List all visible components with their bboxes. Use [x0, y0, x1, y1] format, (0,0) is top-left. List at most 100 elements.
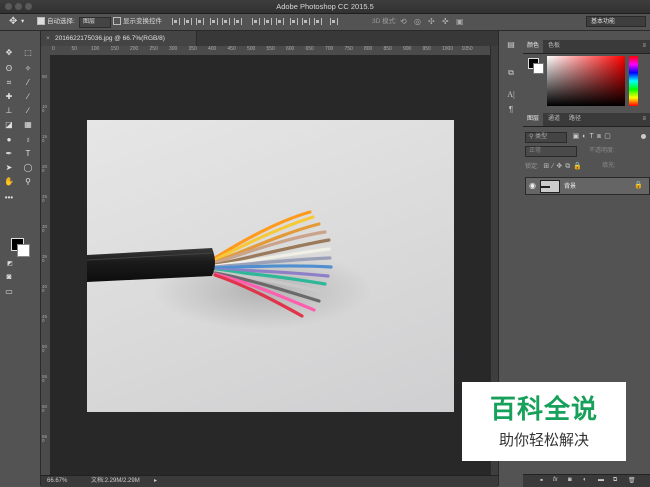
panel-menu-icon[interactable]: ≡	[642, 43, 646, 49]
screen-mode-icon[interactable]: ▭	[3, 287, 15, 297]
workspace-select[interactable]: 基本功能	[586, 16, 646, 27]
3d-orbit-icon[interactable]: ⟲	[400, 16, 407, 27]
color-spectrum-field[interactable]	[547, 56, 625, 106]
history-brush-tool-icon[interactable]: ∕	[22, 106, 34, 116]
document-tab[interactable]: × 20166221750​36.jpg @ 66.7%(RGB/8)	[41, 31, 197, 46]
layer-filter-select[interactable]: ⚲ 类型	[525, 132, 567, 143]
3d-pan-icon[interactable]: ✣	[428, 16, 435, 27]
add-mask-icon[interactable]: ◙	[568, 477, 572, 483]
layer-row[interactable]: ◉ 背景 🔒	[525, 177, 650, 195]
ruler-tick-label: 500	[42, 344, 48, 353]
ruler-tick-label: 800	[364, 46, 373, 52]
layer-filter-icons[interactable]: ▣◐T⧈▢	[573, 133, 614, 140]
tab-swatches[interactable]: 色板	[544, 40, 564, 53]
move-tool-icon[interactable]: ✥	[3, 48, 15, 58]
distribute-vcenter-icon[interactable]	[264, 18, 272, 25]
layers-bottom-bar: ⚭ fx ◙ ◐ ▬ ⧉ 🗑	[523, 474, 650, 487]
auto-select-checkbox[interactable]: 自动选择:	[37, 16, 75, 27]
ruler-tick-label: 450	[227, 46, 236, 52]
paragraph-panel-icon[interactable]: ¶	[506, 105, 516, 115]
brush-tool-icon[interactable]: ∕	[22, 92, 34, 102]
canvas-area[interactable]	[50, 55, 490, 475]
path-selection-tool-icon[interactable]: ➤	[3, 163, 15, 173]
3d-roll-icon[interactable]: ◎	[414, 16, 421, 27]
trash-icon[interactable]: 🗑	[628, 477, 636, 484]
tab-paths[interactable]: 路径	[565, 113, 585, 126]
distribute-bottom-icon[interactable]	[276, 18, 284, 25]
ruler-tick-label: 650	[305, 46, 314, 52]
ruler-tick-label: 700	[325, 46, 334, 52]
blur-tool-icon[interactable]: ●	[3, 135, 15, 145]
move-tool-icon[interactable]: ✥	[9, 16, 17, 27]
ruler-tick-label: 1050	[461, 46, 473, 52]
dodge-tool-icon[interactable]: ♁	[22, 135, 34, 145]
tool-preset-chevron-icon[interactable]: ▾	[21, 16, 24, 27]
marquee-tool-icon[interactable]: ⬚	[22, 48, 34, 58]
auto-select-target-select[interactable]: 图层	[79, 17, 111, 28]
align-top-icon[interactable]	[172, 18, 180, 25]
tab-color[interactable]: 颜色	[523, 40, 544, 53]
hand-tool-icon[interactable]: ✋	[3, 177, 15, 187]
magic-wand-tool-icon[interactable]: ✧	[22, 64, 34, 74]
title-bar: Adobe Photoshop CC 2015.5	[0, 0, 650, 14]
show-transform-checkbox[interactable]: 显示变换控件	[113, 16, 162, 27]
distribute-hcenter-icon[interactable]	[302, 18, 310, 25]
quick-mask-icon[interactable]: ◙	[3, 272, 15, 282]
status-menu-icon[interactable]: ▸	[154, 476, 157, 487]
pen-tool-icon[interactable]: ✒	[3, 149, 15, 159]
distribute-top-icon[interactable]	[252, 18, 260, 25]
ruler-origin[interactable]	[41, 46, 50, 55]
default-colors-icon[interactable]: ◩	[4, 259, 16, 269]
align-left-icon[interactable]	[210, 18, 218, 25]
lasso-tool-icon[interactable]: ʘ	[3, 64, 15, 74]
panel-background-swatch[interactable]	[533, 63, 544, 74]
eye-icon[interactable]: ◉	[529, 181, 536, 190]
align-bottom-icon[interactable]	[196, 18, 204, 25]
gradient-tool-icon[interactable]: ▦	[22, 120, 34, 130]
character-panel-icon[interactable]: A|	[506, 90, 516, 100]
align-vcenter-icon[interactable]	[184, 18, 192, 25]
crop-tool-icon[interactable]: ⌗	[3, 78, 15, 88]
hue-slider[interactable]	[629, 56, 638, 106]
align-right-icon[interactable]	[234, 18, 242, 25]
adjustment-layer-icon[interactable]: ◐	[583, 477, 587, 483]
new-layer-icon[interactable]: ⧉	[613, 477, 617, 484]
ruler-tick-label: 400	[42, 284, 48, 293]
link-layers-icon[interactable]: ⚭	[539, 477, 544, 484]
distribute-right-icon[interactable]	[314, 18, 322, 25]
fx-icon[interactable]: fx	[553, 477, 558, 483]
3d-scale-icon[interactable]: ▣	[456, 16, 464, 27]
tab-layers[interactable]: 图层	[523, 113, 544, 126]
watermark-subtitle: 助你轻松解决	[498, 432, 589, 449]
panel-menu-icon[interactable]: ≡	[642, 116, 646, 122]
zoom-level[interactable]: 66.67%	[47, 476, 67, 487]
auto-align-icon[interactable]	[330, 18, 338, 25]
eyedropper-tool-icon[interactable]: ⁄	[22, 78, 34, 88]
3d-slide-icon[interactable]: ✜	[442, 16, 449, 27]
lock-icons[interactable]: ⊞∕✥⧉🔒	[543, 163, 585, 170]
blend-mode-select[interactable]: 正常	[525, 146, 577, 157]
tools-panel: ✥ ⬚ ʘ ✧ ⌗ ⁄ ✚ ∕ ⊥ ∕ ◪ ▦ ● ♁ ✒ T ➤ ◯ ✋ ⚲ …	[0, 31, 41, 486]
healing-brush-tool-icon[interactable]: ✚	[3, 92, 15, 102]
type-tool-icon[interactable]: T	[22, 149, 34, 159]
shape-tool-icon[interactable]: ◯	[22, 163, 34, 173]
new-group-icon[interactable]: ▬	[598, 477, 604, 483]
zoom-tool-icon[interactable]: ⚲	[22, 177, 34, 187]
ruler-tick-label: 250	[149, 46, 158, 52]
properties-panel-icon[interactable]: ⧉	[506, 68, 516, 78]
document-size[interactable]: 文档:2.29M/2.29M	[91, 476, 140, 487]
cable-photo	[86, 210, 372, 330]
filter-toggle-icon[interactable]	[641, 134, 646, 139]
background-color-swatch[interactable]	[17, 244, 30, 257]
layer-name[interactable]: 背景	[564, 181, 576, 190]
tab-channels[interactable]: 通道	[544, 113, 564, 126]
more-tools-icon[interactable]: •••	[3, 193, 15, 203]
distribute-left-icon[interactable]	[290, 18, 298, 25]
clone-stamp-tool-icon[interactable]: ⊥	[3, 106, 15, 116]
close-icon[interactable]: ×	[41, 31, 55, 46]
ruler-tick-label: 100	[42, 104, 48, 113]
eraser-tool-icon[interactable]: ◪	[3, 120, 15, 130]
history-panel-icon[interactable]: ▤	[506, 40, 516, 50]
align-hcenter-icon[interactable]	[222, 18, 230, 25]
search-icon: ⚲	[529, 134, 534, 140]
